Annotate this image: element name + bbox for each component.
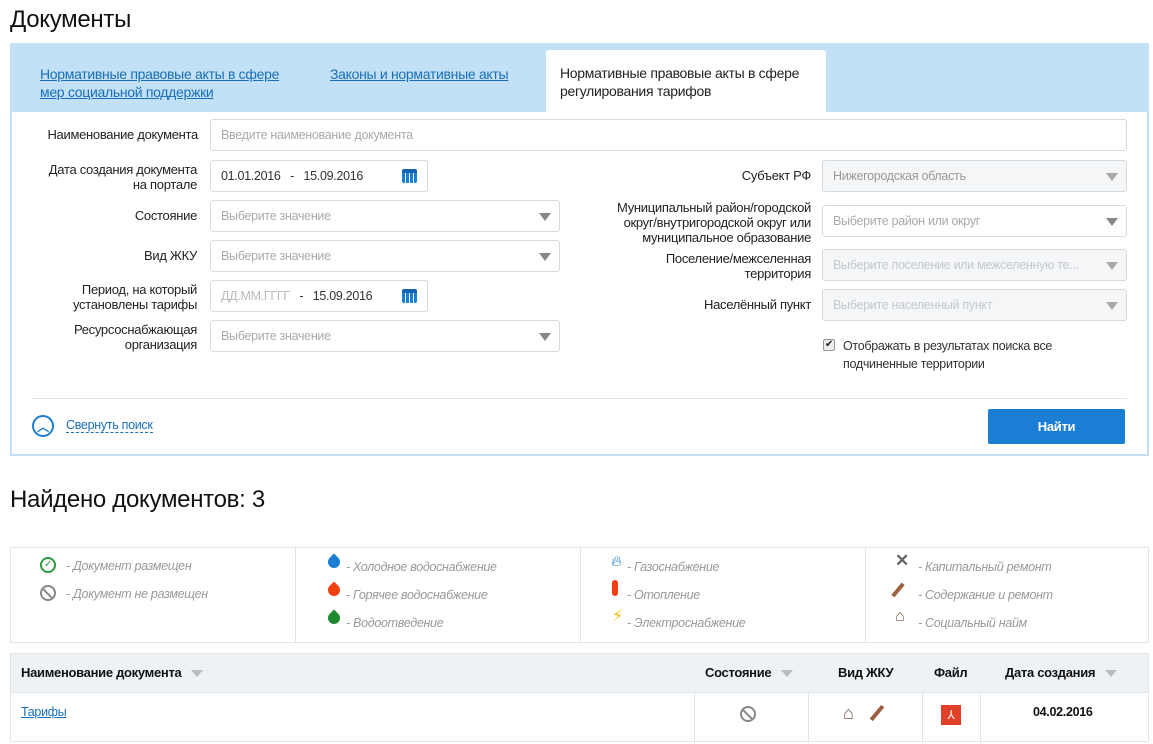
doc-link[interactable]: Тарифы — [21, 705, 67, 719]
district-label: Муниципальный район/городской округ/внут… — [617, 200, 811, 245]
district-placeholder: Выберите район или округ — [833, 214, 981, 228]
state-select[interactable]: Выберите значение — [210, 200, 560, 232]
created-from: 01.01.2016 — [221, 169, 281, 183]
subject-label: Субъект РФ — [741, 168, 812, 183]
col-file-header: Файл — [934, 665, 968, 680]
locality-placeholder: Выберите населенный пункт — [833, 298, 993, 312]
range-sep: - — [299, 289, 304, 303]
sort-icon[interactable] — [781, 670, 794, 678]
tab-tariffs[interactable]: Нормативные правовые акты в сфере регули… — [546, 50, 826, 112]
org-label: Ресурсоснабжающая организация — [73, 322, 197, 352]
doc-name-input[interactable]: Введите наименование документа — [210, 119, 1127, 151]
house-icon: ⌂ — [843, 703, 854, 723]
chevron-up-circle-icon[interactable]: ︿ — [32, 415, 54, 437]
zhku-label: Вид ЖКУ — [143, 248, 197, 263]
calendar-icon[interactable] — [402, 289, 417, 303]
header-label: Наименование документа — [21, 665, 182, 680]
cell-divider — [922, 693, 923, 743]
chevron-down-icon — [1106, 218, 1118, 226]
period-from[interactable]: ДД.ММ.ГГГГ — [221, 289, 290, 303]
house-icon: ⌂ — [895, 608, 905, 625]
row-date: 04.02.2016 — [1033, 705, 1093, 719]
settlement-select[interactable]: Выберите поселение или межселенную те... — [822, 249, 1127, 281]
chevron-down-icon — [1106, 173, 1118, 181]
state-placeholder: Выберите значение — [221, 209, 331, 223]
chevron-down-icon — [539, 333, 551, 341]
legend-divider — [580, 548, 581, 642]
ban-icon — [40, 585, 56, 601]
legend-item: - Отопление — [627, 588, 700, 602]
col-zhku-header: Вид ЖКУ — [838, 665, 894, 680]
org-placeholder: Выберите значение — [221, 329, 331, 343]
zhku-placeholder: Выберите значение — [221, 249, 331, 263]
show-sub-label[interactable]: Отображать в результатах поиска все подч… — [843, 337, 1073, 373]
legend-item: - Документ не размещен — [66, 587, 208, 601]
ban-icon — [740, 706, 756, 722]
cell-divider — [808, 693, 809, 743]
legend-item: - Холодное водоснабжение — [346, 560, 497, 574]
cell-divider — [980, 693, 981, 743]
zhku-select[interactable]: Выберите значение — [210, 240, 560, 272]
col-state-header[interactable]: Состояние — [705, 665, 794, 680]
settlement-label: Поселение/межселенная территория — [665, 251, 811, 281]
subject-select[interactable]: Нижегородская область — [822, 160, 1127, 192]
legend-item: - Содержание и ремонт — [918, 588, 1053, 602]
thermometer-icon — [612, 580, 618, 596]
find-button[interactable]: Найти — [988, 409, 1125, 444]
tab-laws[interactable]: Законы и нормативные акты — [330, 65, 509, 83]
tab-bar: Нормативные правовые акты в сфере мер со… — [12, 45, 1147, 112]
check-circle-icon: ✓ — [40, 557, 56, 573]
legend-item: - Электроснабжение — [627, 616, 746, 630]
created-date-range[interactable]: 01.01.2016 - 15.09.2016 — [210, 160, 428, 192]
bolt-icon: ⚡︎ — [612, 608, 623, 625]
chevron-down-icon — [539, 213, 551, 221]
created-date-label: Дата создания документа на портале — [48, 162, 198, 192]
org-select[interactable]: Выберите значение — [210, 320, 560, 352]
chevron-down-icon — [1106, 262, 1118, 270]
sort-icon[interactable] — [191, 670, 204, 678]
legend-divider — [295, 548, 296, 642]
cell-divider — [694, 693, 695, 743]
period-date-range[interactable]: ДД.ММ.ГГГГ - 15.09.2016 — [210, 280, 428, 312]
col-date-header[interactable]: Дата создания — [1005, 665, 1118, 680]
tab-social-support[interactable]: Нормативные правовые акты в сфере мер со… — [40, 65, 300, 101]
legend-item: - Горячее водоснабжение — [346, 588, 488, 602]
chevron-down-icon — [539, 253, 551, 261]
collapse-search-link[interactable]: Свернуть поиск — [66, 418, 153, 433]
pdf-file-icon[interactable]: ⅄ — [941, 705, 961, 725]
found-count: Найдено документов: 3 — [10, 486, 265, 513]
tools-icon: ✕ — [895, 551, 909, 570]
calendar-icon[interactable] — [402, 169, 417, 183]
settlement-placeholder: Выберите поселение или межселенную те... — [833, 258, 1079, 272]
legend-item: - Водоотведение — [346, 616, 444, 630]
flame-icon: 🔥︎ — [611, 553, 622, 570]
header-label: Дата создания — [1005, 665, 1096, 680]
district-select[interactable]: Выберите район или округ — [822, 205, 1127, 237]
state-label: Состояние — [134, 208, 197, 223]
table-row — [10, 692, 1149, 742]
legend-item: - Капитальный ремонт — [918, 560, 1052, 574]
period-label: Период, на который установлены тарифы — [72, 282, 197, 312]
period-to[interactable]: 15.09.2016 — [313, 289, 373, 303]
created-to: 15.09.2016 — [303, 169, 364, 183]
divider — [32, 398, 1127, 399]
range-sep: - — [290, 169, 294, 183]
chevron-down-icon — [1106, 302, 1118, 310]
legend-item: - Газоснабжение — [627, 560, 720, 574]
doc-name-label: Наименование документа — [47, 127, 198, 142]
legend-divider — [865, 548, 866, 642]
legend-item: - Документ размещен — [66, 559, 192, 573]
locality-label: Населённый пункт — [703, 297, 811, 312]
locality-select[interactable]: Выберите населенный пункт — [822, 289, 1127, 321]
header-label: Состояние — [705, 665, 772, 680]
sort-icon[interactable] — [1105, 670, 1118, 678]
col-name-header[interactable]: Наименование документа — [21, 665, 204, 680]
show-sub-checkbox[interactable]: ✔ — [823, 339, 835, 351]
legend-item: - Социальный найм — [918, 616, 1027, 630]
subject-value: Нижегородская область — [833, 169, 966, 183]
page-title: Документы — [10, 6, 132, 33]
